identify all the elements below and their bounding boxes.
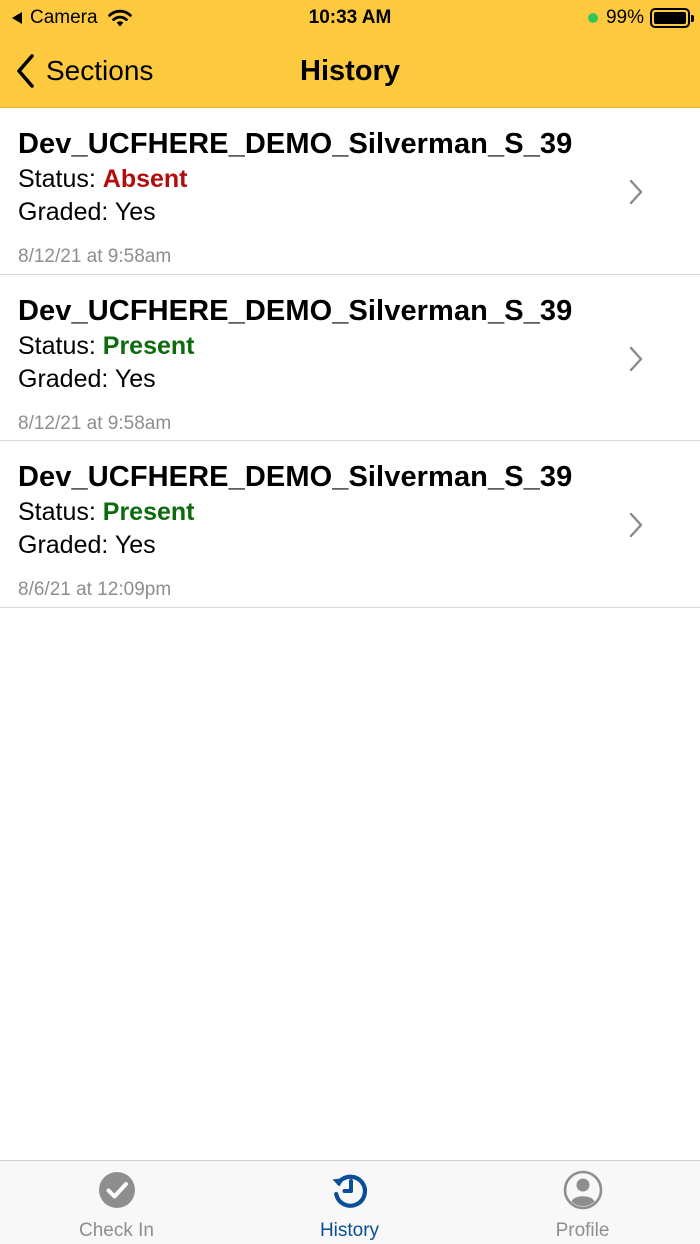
battery-fill	[654, 12, 686, 24]
battery-status: 99%	[587, 7, 694, 29]
status-line: Status: Present	[18, 498, 194, 527]
battery-percent: 99%	[605, 7, 644, 28]
graded-line: Graded: Yes	[18, 531, 156, 559]
status-label: Status:	[18, 165, 103, 193]
history-row[interactable]: Dev_UCFHERE_DEMO_Silverman_S_39 Status: …	[0, 441, 700, 608]
status-value: Present	[102, 498, 195, 526]
status-label: Status:	[18, 498, 103, 526]
battery-cap	[691, 15, 694, 22]
timestamp: 8/12/21 at 9:58am	[18, 412, 172, 434]
tab-profile[interactable]: Profile	[466, 1161, 699, 1244]
status-line: Status: Absent	[18, 165, 188, 194]
timestamp: 8/6/21 at 12:09pm	[18, 579, 172, 600]
navigation-bar: Sections History	[0, 36, 700, 108]
chevron-right-icon	[629, 512, 643, 538]
tab-history[interactable]: History	[233, 1161, 466, 1244]
chevron-right-icon	[629, 179, 643, 205]
history-list: Dev_UCFHERE_DEMO_Silverman_S_39 Status: …	[0, 108, 700, 608]
status-label: Status:	[18, 331, 103, 360]
tab-label: Check In	[79, 1220, 154, 1241]
check-circle-icon	[98, 1172, 135, 1208]
page-title: History	[300, 55, 400, 87]
course-name: Dev_UCFHERE_DEMO_Silverman_S_39	[18, 128, 573, 160]
status-value: Absent	[102, 165, 188, 193]
camera-in-use-indicator	[587, 13, 598, 23]
tab-bar: Check In History Profile	[0, 1160, 700, 1244]
course-name: Dev_UCFHERE_DEMO_Silverman_S_39	[18, 461, 573, 493]
history-row[interactable]: Dev_UCFHERE_DEMO_Silverman_S_39 Status: …	[0, 274, 700, 441]
person-circle-icon	[563, 1170, 602, 1210]
history-icon	[332, 1174, 367, 1208]
course-name: Dev_UCFHERE_DEMO_Silverman_S_39	[18, 294, 573, 327]
header: Camera 10:33 AM 99% Sections History	[0, 0, 700, 108]
battery-icon	[650, 8, 694, 28]
graded-line: Graded: Yes	[18, 198, 156, 226]
tab-label: History	[319, 1220, 380, 1241]
chevron-right-icon	[629, 346, 643, 371]
timestamp: 8/12/21 at 9:58am	[18, 246, 172, 267]
status-value: Present	[102, 331, 195, 360]
tab-check-in[interactable]: Check In	[0, 1161, 233, 1244]
status-bar: Camera 10:33 AM 99%	[0, 0, 700, 36]
tab-label: Profile	[555, 1220, 610, 1241]
history-row[interactable]: Dev_UCFHERE_DEMO_Silverman_S_39 Status: …	[0, 108, 700, 275]
graded-line: Graded: Yes	[18, 364, 156, 393]
status-line: Status: Present	[18, 332, 194, 361]
